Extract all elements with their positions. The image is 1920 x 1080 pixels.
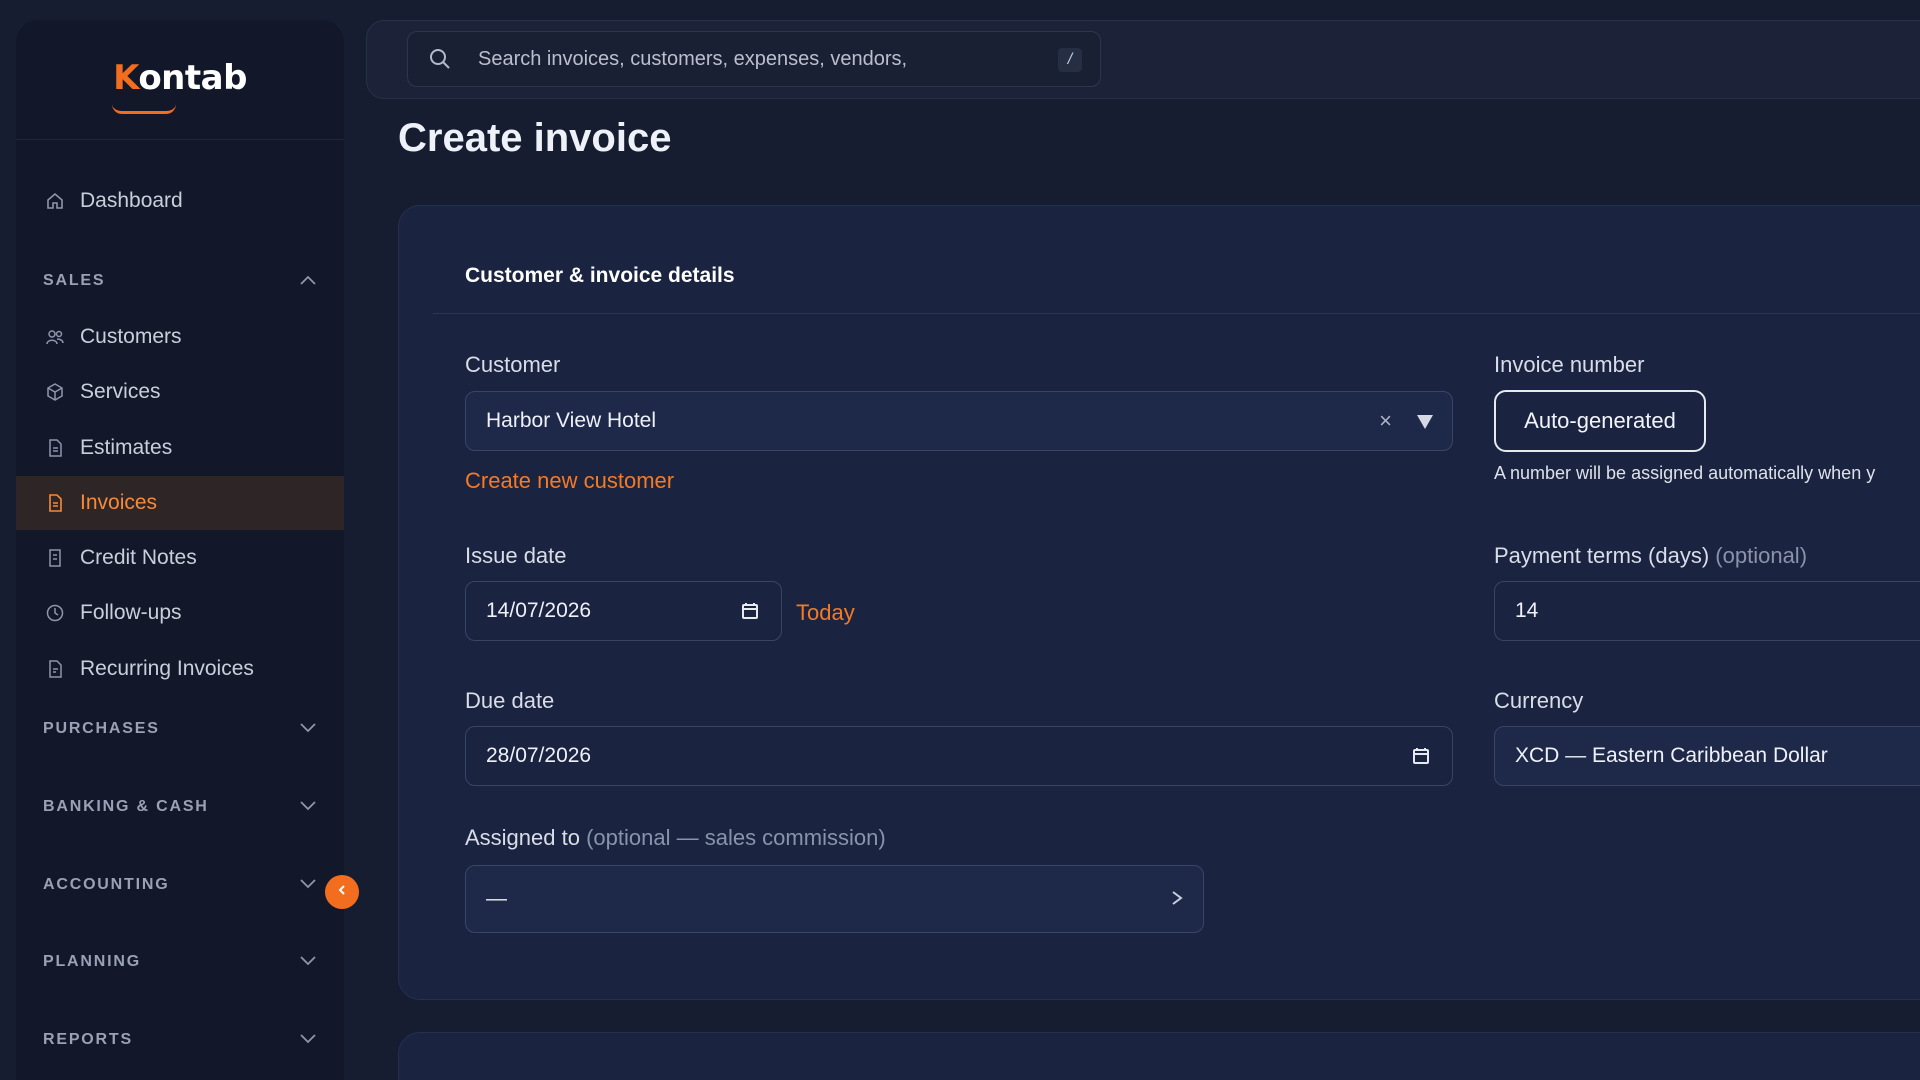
currency-select[interactable]: XCD — Eastern Caribbean Dollar <box>1494 726 1920 786</box>
sidebar-section-planning[interactable]: PLANNING <box>16 942 344 982</box>
invoice-icon <box>44 492 66 514</box>
customer-value: Harbor View Hotel <box>486 409 657 432</box>
section-label: SALES <box>43 272 106 289</box>
payment-terms-value: 14 <box>1515 599 1539 622</box>
home-icon <box>44 190 66 212</box>
sidebar-section-accounting[interactable]: ACCOUNTING <box>16 865 344 905</box>
issue-date-value: 14/07/2026 <box>486 599 592 622</box>
credit-note-icon <box>44 547 66 569</box>
sidebar-item-label: Recurring Invoices <box>80 657 254 680</box>
sidebar-item-dashboard[interactable]: Dashboard <box>16 174 344 228</box>
global-search[interactable]: / <box>407 31 1101 87</box>
clock-icon <box>44 602 66 624</box>
sidebar-item-follow-ups[interactable]: Follow-ups <box>16 586 344 640</box>
clear-customer-button[interactable]: × <box>1379 408 1392 434</box>
sidebar-item-invoices[interactable]: Invoices <box>16 476 344 530</box>
chevron-down-icon <box>300 798 316 816</box>
payment-terms-label: Payment terms (days) (optional) <box>1494 543 1807 569</box>
due-date-value: 28/07/2026 <box>486 744 592 767</box>
assigned-to-value: — <box>486 887 507 910</box>
chevron-down-icon <box>300 1031 316 1049</box>
invoice-number-field: Auto-generated <box>1494 390 1706 452</box>
chevron-left-icon <box>336 883 348 901</box>
section-title: Customer & invoice details <box>465 264 735 287</box>
search-icon <box>428 47 452 71</box>
logo-swoosh <box>112 104 176 114</box>
sidebar-item-label: Credit Notes <box>80 546 197 569</box>
currency-label: Currency <box>1494 688 1584 713</box>
sidebar-item-credit-notes[interactable]: Credit Notes <box>16 531 344 585</box>
sidebar-section-reports[interactable]: REPORTS <box>16 1020 344 1060</box>
sidebar-item-label: Services <box>80 380 161 403</box>
today-link[interactable]: Today <box>796 600 855 626</box>
section-label: PURCHASES <box>43 720 160 737</box>
section-label: BANKING & CASH <box>43 798 209 815</box>
invoice-number-hint: A number will be assigned automatically … <box>1494 463 1876 483</box>
sidebar-section-purchases[interactable]: PURCHASES <box>16 709 344 749</box>
calendar-icon[interactable] <box>741 601 759 627</box>
chevron-down-icon <box>300 876 316 894</box>
payment-terms-label-text: Payment terms (days) <box>1494 543 1710 568</box>
chevron-right-icon <box>1171 888 1183 912</box>
customers-icon <box>44 326 66 348</box>
due-date-input[interactable]: 28/07/2026 <box>465 726 1453 786</box>
optional-tag: (optional) <box>1715 543 1808 568</box>
next-section-card <box>398 1032 1920 1080</box>
divider <box>433 313 1920 314</box>
sidebar-item-customers[interactable]: Customers <box>16 310 344 364</box>
due-date-label: Due date <box>465 688 555 713</box>
invoice-number-label: Invoice number <box>1494 352 1645 377</box>
calendar-icon[interactable] <box>1412 746 1430 772</box>
section-label: REPORTS <box>43 1031 133 1048</box>
document-icon <box>44 437 66 459</box>
sidebar-item-label: Invoices <box>80 491 158 514</box>
payment-terms-input[interactable]: 14 <box>1494 581 1920 641</box>
cube-icon <box>44 381 66 403</box>
optional-tag: (optional — sales commission) <box>586 825 886 850</box>
issue-date-label: Issue date <box>465 543 567 568</box>
sidebar-item-recurring-invoices[interactable]: Recurring Invoices <box>16 642 344 696</box>
search-shortcut-badge: / <box>1058 48 1082 72</box>
recurring-icon <box>44 658 66 680</box>
customer-label: Customer <box>465 352 561 377</box>
search-input[interactable] <box>478 47 1038 71</box>
top-bar: / <box>366 20 1920 99</box>
chevron-up-icon <box>300 272 316 290</box>
dropdown-arrow-icon[interactable] <box>1416 412 1434 436</box>
logo-wordmark: Kontab <box>113 57 247 98</box>
sidebar-item-label: Follow-ups <box>80 601 182 624</box>
sidebar-section-sales[interactable]: SALES <box>16 261 344 301</box>
sidebar-item-label: Estimates <box>80 436 173 459</box>
sidebar: Kontab Dashboard SALES Customers Service… <box>16 20 344 1080</box>
section-label: PLANNING <box>43 953 141 970</box>
chevron-down-icon <box>300 953 316 971</box>
chevron-down-icon <box>300 720 316 738</box>
sidebar-item-label: Customers <box>80 325 182 348</box>
assigned-to-label-text: Assigned to <box>465 825 580 850</box>
sidebar-item-estimates[interactable]: Estimates <box>16 421 344 475</box>
section-label: ACCOUNTING <box>43 876 170 893</box>
sidebar-item-services[interactable]: Services <box>16 365 344 419</box>
kontab-logo[interactable]: Kontab <box>16 20 344 140</box>
customer-select[interactable]: Harbor View Hotel × <box>465 391 1453 451</box>
assigned-to-label: Assigned to (optional — sales commission… <box>465 825 886 851</box>
issue-date-input[interactable]: 14/07/2026 <box>465 581 782 641</box>
customer-invoice-details-card: Customer & invoice details Customer Harb… <box>398 205 1920 1000</box>
assigned-to-select[interactable]: — <box>465 865 1204 933</box>
sidebar-section-banking-cash[interactable]: BANKING & CASH <box>16 787 344 827</box>
sidebar-item-label: Dashboard <box>80 189 183 212</box>
create-new-customer-link[interactable]: Create new customer <box>465 468 674 494</box>
page-title: Create invoice <box>398 116 672 160</box>
sidebar-collapse-button[interactable] <box>325 875 359 909</box>
currency-value: XCD — Eastern Caribbean Dollar <box>1515 744 1828 767</box>
